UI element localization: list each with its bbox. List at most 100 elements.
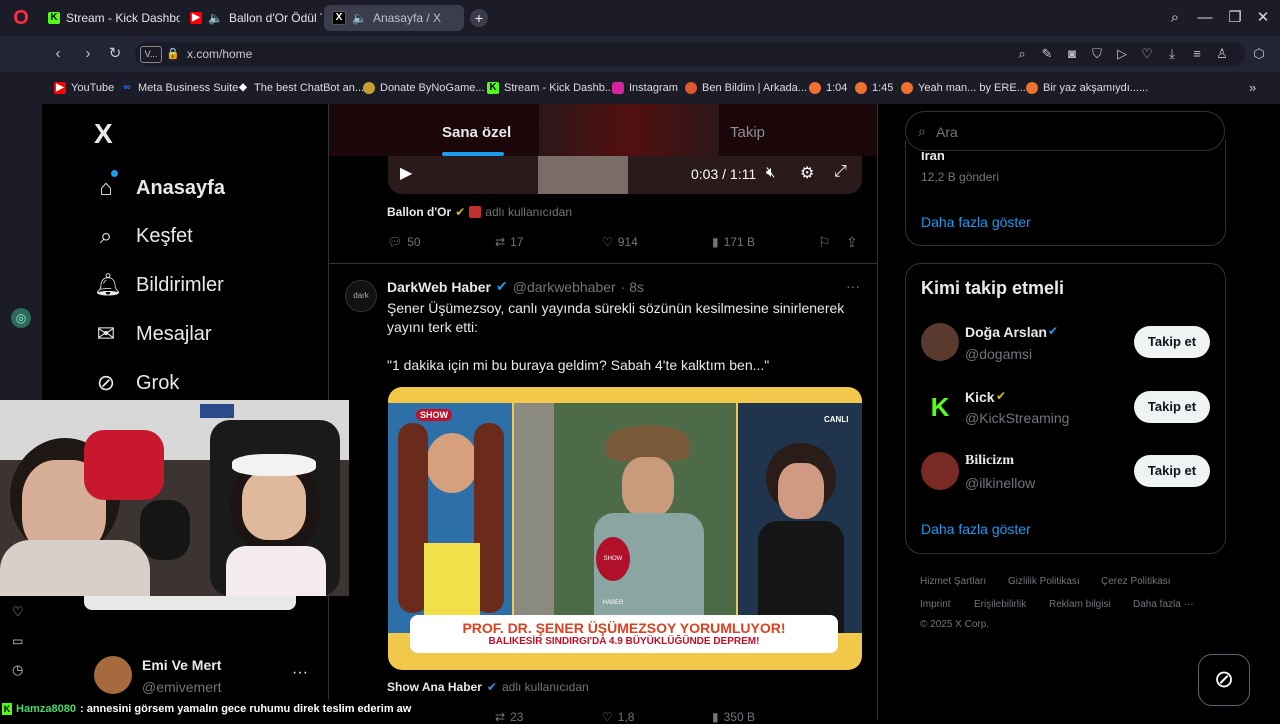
heart-icon: ♡ — [602, 710, 613, 724]
follow-button[interactable]: Takip et — [1134, 326, 1210, 358]
trend-name[interactable]: İran — [921, 152, 945, 160]
author-handle[interactable]: @darkwebhaber — [513, 279, 616, 295]
heart-icon[interactable]: ♡ — [1138, 45, 1156, 63]
url-text[interactable]: x.com/home — [187, 47, 252, 61]
footer-terms[interactable]: Hizmet Şartları — [920, 576, 986, 587]
kick-icon[interactable]: K — [921, 388, 959, 426]
camera-icon[interactable]: ◙ — [1063, 45, 1081, 63]
history-icon[interactable]: ▭ — [12, 634, 23, 648]
grok-floating-button[interactable]: ⊘ — [1198, 654, 1250, 706]
darkweb-avatar[interactable]: dark — [345, 280, 377, 312]
user-name[interactable]: Bilicizm — [965, 453, 1014, 469]
bookmark-bynogame[interactable]: Donate ByNoGame... — [363, 80, 485, 96]
back-button[interactable]: ‹ — [48, 44, 68, 64]
tweet2-source[interactable]: Show Ana Haber ✔ adlı kullanıcıdan — [387, 680, 589, 694]
reply-button[interactable]: 💬︎ 50 — [387, 235, 421, 249]
tweet-time[interactable]: · 8s — [621, 279, 644, 295]
footer-ad-info[interactable]: Reklam bilgisi — [1049, 599, 1111, 610]
heart-icon[interactable]: ♡ — [12, 604, 24, 620]
close-window-button[interactable]: ✕ — [1252, 7, 1274, 29]
forward-button[interactable]: › — [78, 44, 98, 64]
retweet-button[interactable]: ⇄ 17 — [495, 235, 523, 249]
play-icon[interactable]: ▷ — [1113, 45, 1131, 63]
like-button[interactable]: ♡ 914 — [602, 235, 638, 249]
nav-explore[interactable]: ⌕ Keşfet — [94, 218, 193, 254]
tweet1-source[interactable]: Ballon d'Or ✔ adlı kullanıcıdan — [387, 205, 572, 219]
footer-more[interactable]: Daha fazla ··· — [1133, 599, 1194, 610]
bookmark-video-3[interactable]: Yeah man... by ERE... — [901, 80, 1026, 96]
video-icon — [809, 82, 821, 94]
bookmark-instagram[interactable]: Instagram — [612, 80, 678, 96]
bookmark-video-1[interactable]: 1:04 — [809, 80, 847, 96]
views-button[interactable]: ▮ 350 B — [712, 710, 755, 724]
download-icon[interactable]: ⤓ — [1163, 45, 1181, 63]
like-button[interactable]: ♡ 1,8 — [602, 710, 634, 724]
tab-for-you[interactable]: Sana özel — [442, 124, 511, 141]
opera-menu-icon[interactable]: O — [10, 7, 32, 29]
minimize-button[interactable]: — — [1194, 7, 1216, 29]
extensions-icon[interactable]: ⬡ — [1250, 45, 1268, 63]
zoom-icon[interactable]: ⌕ — [1013, 45, 1031, 63]
views-button[interactable]: ▮ 171 B — [712, 235, 755, 249]
tweet-image[interactable]: SHOW SHOW HABER CANLI PROF. DR. ŞENER ÜŞ… — [388, 387, 862, 670]
more-bookmarks-icon[interactable]: » — [1249, 80, 1256, 95]
reload-button[interactable]: ↻ — [105, 44, 125, 64]
x-logo[interactable]: X — [94, 118, 113, 150]
retweet-button[interactable]: ⇄ 23 — [495, 710, 523, 724]
maximize-button[interactable]: ❐ — [1224, 7, 1246, 29]
verified-icon: ✔ — [486, 680, 497, 694]
bookmark-chatbot[interactable]: ◆ The best ChatBot an... — [237, 80, 364, 96]
footer-imprint[interactable]: Imprint — [920, 599, 951, 610]
footer-privacy[interactable]: Gizlilik Politikası — [1008, 576, 1080, 587]
who-to-follow-title: Kimi takip etmeli — [921, 278, 1065, 298]
nav-messages[interactable]: ✉ Mesajlar — [94, 316, 212, 352]
nav-notifications[interactable]: 🔔︎ Bildirimler — [94, 267, 224, 303]
menu-icon[interactable]: ≡ — [1188, 45, 1206, 63]
bookmark-youtube[interactable]: ▶ YouTube — [54, 80, 114, 96]
edit-icon[interactable]: ✎ — [1038, 45, 1056, 63]
tweet-more-icon[interactable]: ··· — [846, 278, 860, 294]
mute-icon[interactable]: 🔇︎ — [766, 164, 775, 181]
video-player[interactable] — [388, 156, 862, 194]
account-avatar[interactable] — [94, 656, 132, 694]
tab-following[interactable]: Takip — [730, 124, 765, 141]
tab-x-home[interactable]: X 🔈 Anasayfa / X — [324, 5, 464, 31]
more-options-icon[interactable]: ··· — [292, 664, 308, 682]
follow-button[interactable]: Takip et — [1134, 455, 1210, 487]
search-tabs-icon[interactable]: ⌕ — [1164, 7, 1186, 29]
user-name[interactable]: Kick — [965, 389, 995, 405]
chatgpt-icon[interactable]: ◎ — [11, 308, 31, 328]
user-avatar-bilicizm[interactable] — [921, 452, 959, 490]
show-more-trends[interactable]: Daha fazla göster — [921, 214, 1031, 230]
profile-icon[interactable]: ♙ — [1213, 45, 1231, 63]
tab-ballon-dor[interactable]: ▶ 🔈 Ballon d'Or Ödül Töre — [182, 5, 322, 31]
reply-icon: 💬︎ — [387, 235, 403, 249]
shield-icon[interactable]: ⛉ — [1088, 45, 1106, 63]
bookmark-icon[interactable]: ⚐ — [818, 234, 831, 251]
nav-grok[interactable]: ⊘ Grok — [94, 365, 180, 401]
bookmark-kick[interactable]: K Stream - Kick Dashb... — [487, 80, 614, 96]
user-name[interactable]: Doğa Arslan — [965, 324, 1047, 340]
nav-label: Mesajlar — [136, 322, 212, 345]
tab-kick-dashboard[interactable]: K Stream - Kick Dashboard — [40, 5, 180, 31]
chat-message: : annesini görsem yamalın gece ruhumu di… — [80, 703, 412, 715]
live-label: CANLI — [824, 415, 849, 424]
bookmark-video-2[interactable]: 1:45 — [855, 80, 893, 96]
fullscreen-icon[interactable]: ⤢ — [834, 163, 847, 181]
user-avatar-doga[interactable] — [921, 323, 959, 361]
bookmark-benbildim[interactable]: Ben Bildim | Arkada... — [685, 80, 807, 96]
vpn-badge[interactable]: V... — [140, 46, 162, 63]
author-name[interactable]: DarkWeb Haber — [387, 279, 491, 295]
search-placeholder[interactable]: Ara — [936, 124, 958, 140]
new-tab-button[interactable]: + — [470, 9, 488, 27]
footer-accessibility[interactable]: Erişilebilirlik — [974, 599, 1026, 610]
settings-icon[interactable]: ⚙ — [800, 163, 814, 183]
play-icon[interactable]: ▶ — [400, 163, 412, 183]
show-more-follow[interactable]: Daha fazla göster — [921, 521, 1031, 537]
share-icon[interactable]: ⇪ — [846, 234, 858, 251]
footer-cookies[interactable]: Çerez Politikası — [1101, 576, 1170, 587]
bookmark-video-4[interactable]: Bir yaz akşamıydı...... — [1026, 80, 1148, 96]
follow-button[interactable]: Takip et — [1134, 391, 1210, 423]
clock-icon[interactable]: ◷ — [12, 662, 23, 678]
bookmark-meta[interactable]: ∞ Meta Business Suite — [121, 80, 238, 96]
